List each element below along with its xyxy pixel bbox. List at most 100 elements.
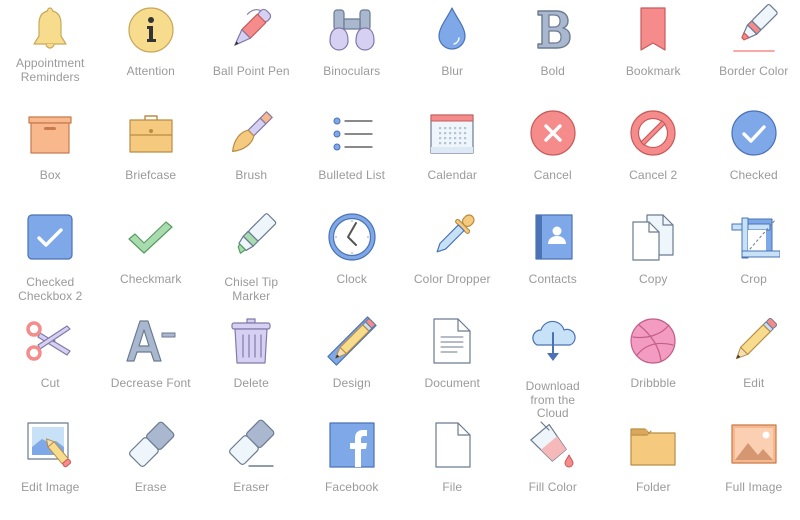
icon-label: File: [402, 481, 503, 495]
icon-label: Cancel: [503, 169, 604, 183]
icon-tile-cancel-2[interactable]: Cancel 2: [603, 104, 704, 208]
dribbble-ball-icon: [627, 315, 679, 367]
icon-tile-facebook[interactable]: Facebook: [302, 416, 403, 520]
icon-tile-design[interactable]: Design: [302, 312, 403, 416]
icon-tile-contacts[interactable]: Contacts: [503, 208, 604, 312]
icon-tile-bulleted-list[interactable]: Bulleted List: [302, 104, 403, 208]
icon-tile-cancel[interactable]: Cancel: [503, 104, 604, 208]
icon-label: Color Dropper: [402, 273, 503, 287]
water-drop-icon: [426, 3, 478, 55]
icon-label: Document: [402, 377, 503, 391]
icon-tile-bookmark[interactable]: Bookmark: [603, 0, 704, 104]
icon-tile-erase[interactable]: Erase: [101, 416, 202, 520]
icon-tile-chisel-tip-marker[interactable]: Chisel Tip Marker: [201, 208, 302, 312]
icon-label: Crop: [704, 273, 800, 287]
icon-label: Brush: [201, 169, 302, 183]
icon-label: Full Image: [704, 481, 800, 495]
contacts-book-icon: [527, 211, 579, 263]
eraser-line-icon: [225, 419, 277, 471]
icon-tile-attention[interactable]: Attention: [101, 0, 202, 104]
icon-tile-eraser[interactable]: Eraser: [201, 416, 302, 520]
info-icon: [125, 3, 177, 55]
document-icon: [426, 315, 478, 367]
paint-bucket-icon: [527, 419, 579, 471]
icon-tile-file[interactable]: File: [402, 416, 503, 520]
binoculars-icon: [326, 3, 378, 55]
landscape-image-icon: [728, 419, 780, 471]
icon-label: Contacts: [503, 273, 604, 287]
icon-label: Design: [302, 377, 403, 391]
ball-point-pen-icon: [225, 3, 277, 55]
icon-tile-checkmark[interactable]: Checkmark: [101, 208, 202, 312]
icon-label: Download from the Cloud: [517, 380, 590, 421]
check-circle-icon: [728, 107, 780, 159]
icon-tile-crop[interactable]: Crop: [704, 208, 800, 312]
icon-tile-delete[interactable]: Delete: [201, 312, 302, 416]
bell-icon: [24, 3, 76, 55]
pencil-icon: [728, 315, 780, 367]
icon-label: Edit Image: [0, 481, 101, 495]
icon-tile-document[interactable]: Document: [402, 312, 503, 416]
icon-tile-color-dropper[interactable]: Color Dropper: [402, 208, 503, 312]
icon-label: Binoculars: [302, 65, 403, 79]
icon-tile-copy[interactable]: Copy: [603, 208, 704, 312]
facebook-icon: [326, 419, 378, 471]
checked-checkbox-icon: [24, 211, 76, 263]
prohibited-icon: [627, 107, 679, 159]
icon-label: Border Color: [704, 65, 800, 79]
icon-tile-decrease-font[interactable]: Decrease Font: [101, 312, 202, 416]
cancel-x-circle-icon: [527, 107, 579, 159]
checkmark-icon: [125, 211, 177, 263]
crop-icon: [728, 211, 780, 263]
icon-label: Briefcase: [101, 169, 202, 183]
icon-tile-download-from-the-cloud[interactable]: Download from the Cloud: [503, 312, 604, 416]
icon-tile-edit-image[interactable]: Edit Image: [0, 416, 101, 520]
icon-tile-full-image[interactable]: Full Image: [704, 416, 800, 520]
icon-label: Bulleted List: [302, 169, 403, 183]
icon-tile-briefcase[interactable]: Briefcase: [101, 104, 202, 208]
icon-label: Copy: [603, 273, 704, 287]
scissors-icon: [24, 315, 76, 367]
icon-tile-cut[interactable]: Cut: [0, 312, 101, 416]
icon-label: Cancel 2: [603, 169, 704, 183]
icon-tile-checked-checkbox-2[interactable]: Checked Checkbox 2: [0, 208, 101, 312]
icon-label: Checked Checkbox 2: [14, 276, 87, 303]
icon-tile-brush[interactable]: Brush: [201, 104, 302, 208]
briefcase-icon: [125, 107, 177, 159]
icon-label: Calendar: [402, 169, 503, 183]
icon-tile-calendar[interactable]: Calendar: [402, 104, 503, 208]
icon-label: Decrease Font: [101, 377, 202, 391]
icon-tile-bold[interactable]: Bold: [503, 0, 604, 104]
icon-label: Bold: [503, 65, 604, 79]
edit-image-icon: [24, 419, 76, 471]
icon-tile-edit[interactable]: Edit: [704, 312, 800, 416]
icon-label: Bookmark: [603, 65, 704, 79]
icon-tile-blur[interactable]: Blur: [402, 0, 503, 104]
eraser-icon: [125, 419, 177, 471]
icon-tile-checked[interactable]: Checked: [704, 104, 800, 208]
chisel-marker-icon: [225, 211, 277, 263]
icon-tile-dribbble[interactable]: Dribbble: [603, 312, 704, 416]
icon-tile-appointment-reminders[interactable]: Appointment Reminders: [0, 0, 101, 104]
icon-tile-box[interactable]: Box: [0, 104, 101, 208]
icon-label: Edit: [704, 377, 800, 391]
decrease-font-icon: [125, 315, 177, 367]
icon-tile-fill-color[interactable]: Fill Color: [503, 416, 604, 520]
icon-label: Fill Color: [503, 481, 604, 495]
icon-label: Eraser: [201, 481, 302, 495]
icon-grid: Appointment Reminders Attention Ball Poi…: [0, 0, 800, 520]
icon-label: Appointment Reminders: [14, 57, 87, 84]
icon-label: Checked: [704, 169, 800, 183]
icon-tile-folder[interactable]: Folder: [603, 416, 704, 520]
icon-label: Attention: [101, 65, 202, 79]
icon-tile-ball-point-pen[interactable]: Ball Point Pen: [201, 0, 302, 104]
clock-icon: [326, 211, 378, 263]
box-icon: [24, 107, 76, 159]
bookmark-ribbon-icon: [627, 3, 679, 55]
icon-tile-binoculars[interactable]: Binoculars: [302, 0, 403, 104]
icon-label: Chisel Tip Marker: [215, 276, 288, 303]
icon-tile-border-color[interactable]: Border Color: [704, 0, 800, 104]
icon-label: Clock: [302, 273, 403, 287]
icon-tile-clock[interactable]: Clock: [302, 208, 403, 312]
paint-brush-icon: [225, 107, 277, 159]
